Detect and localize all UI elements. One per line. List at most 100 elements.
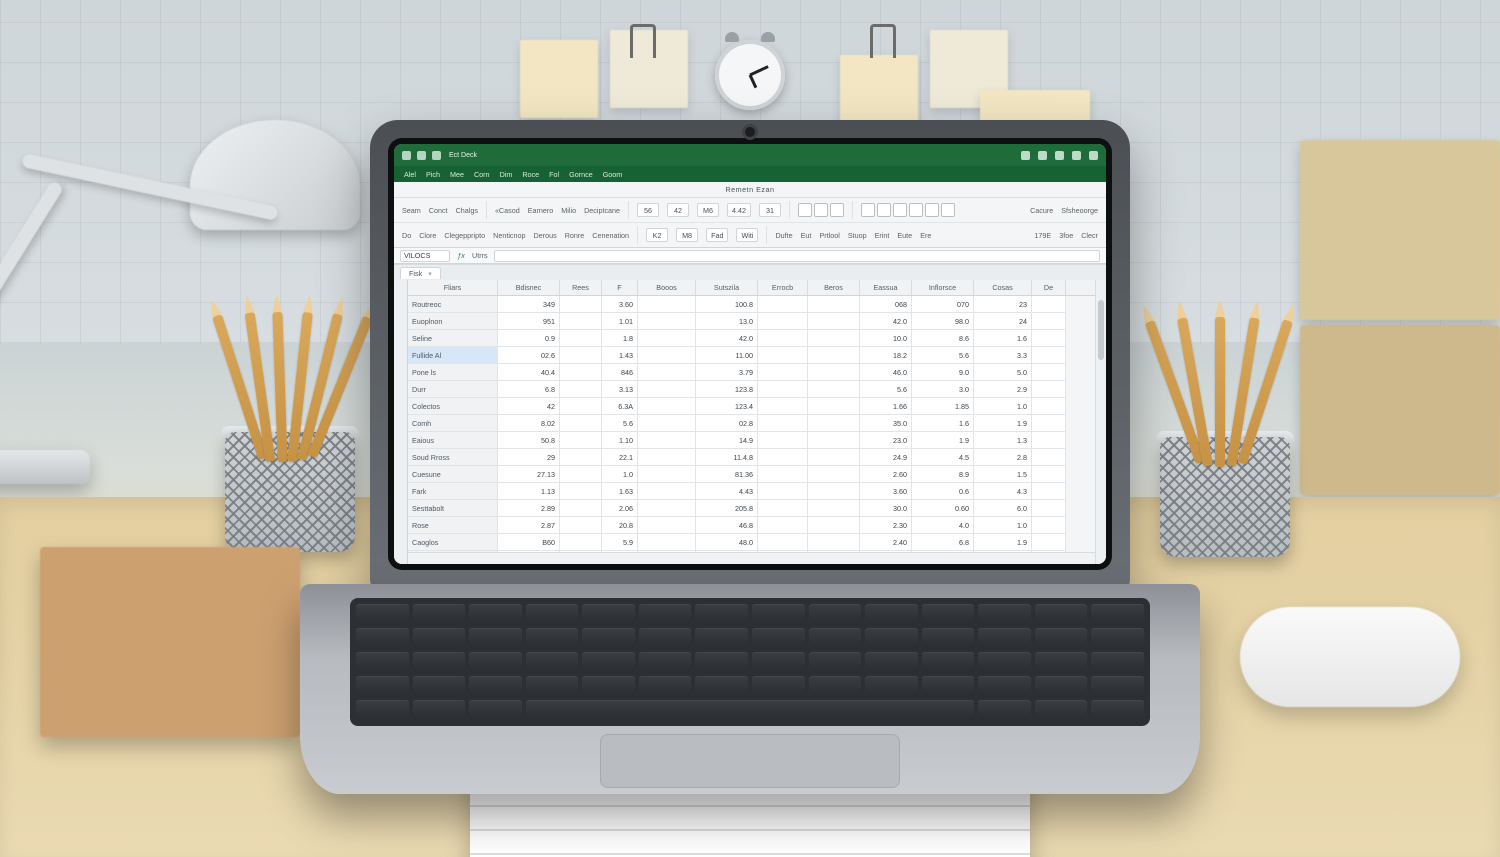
column-header[interactable]: Sutszila (696, 280, 758, 295)
row-label[interactable]: Routreoc (408, 296, 498, 313)
cell[interactable] (560, 296, 602, 313)
cell[interactable] (1032, 517, 1066, 534)
cell[interactable]: 1.8 (602, 330, 638, 347)
cell[interactable]: 5.0 (974, 364, 1032, 381)
column-header[interactable]: Booos (638, 280, 696, 295)
cell[interactable]: 1.0 (602, 466, 638, 483)
table-row[interactable]: Pone ls40.48463.7946.09.05.0 (408, 364, 1095, 381)
row-label[interactable]: Durr (408, 381, 498, 398)
cell[interactable] (758, 330, 808, 347)
row-label[interactable]: Rose (408, 517, 498, 534)
align-right-icon[interactable] (830, 203, 844, 217)
cell[interactable]: 123.8 (696, 381, 758, 398)
cell[interactable]: 1.43 (602, 347, 638, 364)
font-size-field[interactable]: 56 (637, 203, 659, 217)
cell[interactable]: 81.36 (696, 466, 758, 483)
table-row[interactable]: Seline0.91.842.010.08.61.6 (408, 330, 1095, 347)
cell[interactable]: 4.5 (912, 449, 974, 466)
cell[interactable] (758, 296, 808, 313)
table-row[interactable]: Eaious50.81.1014.923.01.91.3 (408, 432, 1095, 449)
cell[interactable]: 1.0 (974, 398, 1032, 415)
cell[interactable]: 1.0 (974, 517, 1032, 534)
cell[interactable] (638, 296, 696, 313)
account-icon[interactable] (1021, 151, 1030, 160)
cell[interactable]: 02.8 (696, 415, 758, 432)
ribbon-field[interactable]: Witi (736, 228, 758, 242)
cell[interactable] (758, 500, 808, 517)
menu-item[interactable]: Corn (474, 170, 490, 179)
table-row[interactable]: Euoplnon9511.0113.042.098.024 (408, 313, 1095, 330)
align-left-icon[interactable] (798, 203, 812, 217)
cell[interactable]: 846 (602, 364, 638, 381)
column-header[interactable]: Bdisnec (498, 280, 560, 295)
cell[interactable]: 11.00 (696, 347, 758, 364)
cell[interactable]: 1.63 (602, 483, 638, 500)
cell[interactable] (560, 517, 602, 534)
cell[interactable] (560, 364, 602, 381)
cell[interactable] (1032, 483, 1066, 500)
cell[interactable]: 24 (974, 313, 1032, 330)
cell[interactable] (638, 364, 696, 381)
cell[interactable] (560, 347, 602, 364)
border-icon[interactable] (877, 203, 891, 217)
close-icon[interactable] (1089, 151, 1098, 160)
cell[interactable]: 27.13 (498, 466, 560, 483)
cell[interactable] (808, 500, 860, 517)
cell[interactable]: 3.60 (860, 483, 912, 500)
column-header[interactable]: F (602, 280, 638, 295)
cell[interactable] (638, 466, 696, 483)
menu-item[interactable]: Alel (404, 170, 416, 179)
cell[interactable]: 1.5 (974, 466, 1032, 483)
cell[interactable] (758, 415, 808, 432)
cell[interactable]: 24.9 (860, 449, 912, 466)
row-label[interactable]: Comh (408, 415, 498, 432)
file-menu[interactable]: Ect Deck (449, 152, 477, 159)
cell[interactable]: 2.06 (602, 500, 638, 517)
cell[interactable]: 1.10 (602, 432, 638, 449)
cell[interactable] (758, 398, 808, 415)
cell[interactable] (638, 449, 696, 466)
cell[interactable]: 0.60 (912, 500, 974, 517)
cell[interactable] (638, 415, 696, 432)
cell[interactable]: 1.66 (860, 398, 912, 415)
border-icon[interactable] (925, 203, 939, 217)
cell[interactable]: 1.01 (602, 313, 638, 330)
border-icon[interactable] (909, 203, 923, 217)
cell[interactable] (1032, 432, 1066, 449)
cell[interactable]: 4.3 (974, 483, 1032, 500)
border-icon[interactable] (861, 203, 875, 217)
cell[interactable] (808, 415, 860, 432)
ribbon-field[interactable]: K2 (646, 228, 668, 242)
cell[interactable] (560, 398, 602, 415)
cell[interactable]: 11.4.8 (696, 449, 758, 466)
cell[interactable]: 2.9 (974, 381, 1032, 398)
cell[interactable]: 42.0 (696, 330, 758, 347)
cell[interactable] (638, 517, 696, 534)
cell[interactable] (1032, 466, 1066, 483)
cell[interactable]: 23.0 (860, 432, 912, 449)
cell[interactable] (1032, 398, 1066, 415)
cell[interactable] (638, 483, 696, 500)
column-header[interactable]: Fliars (408, 280, 498, 295)
cell[interactable] (758, 517, 808, 534)
cell[interactable]: 98.0 (912, 313, 974, 330)
cell[interactable]: 1.9 (974, 534, 1032, 551)
ribbon-field[interactable]: 42 (667, 203, 689, 217)
cell[interactable]: 2.60 (860, 466, 912, 483)
row-label[interactable]: Euoplnon (408, 313, 498, 330)
cell[interactable]: 1.85 (912, 398, 974, 415)
cell[interactable]: 14.9 (696, 432, 758, 449)
ribbon-field[interactable]: M8 (676, 228, 698, 242)
cell[interactable] (560, 466, 602, 483)
cell[interactable] (560, 313, 602, 330)
cell[interactable]: 20.8 (602, 517, 638, 534)
border-icon[interactable] (893, 203, 907, 217)
cell[interactable]: 42.0 (860, 313, 912, 330)
cell[interactable]: 18.2 (860, 347, 912, 364)
cell[interactable]: 5.9 (602, 534, 638, 551)
cell[interactable]: 30.0 (860, 500, 912, 517)
column-header[interactable]: Rees (560, 280, 602, 295)
cell[interactable]: 1.6 (974, 330, 1032, 347)
table-row[interactable]: Colectos426.3A123.41.661.851.0 (408, 398, 1095, 415)
menu-item[interactable]: Goom (603, 170, 623, 179)
